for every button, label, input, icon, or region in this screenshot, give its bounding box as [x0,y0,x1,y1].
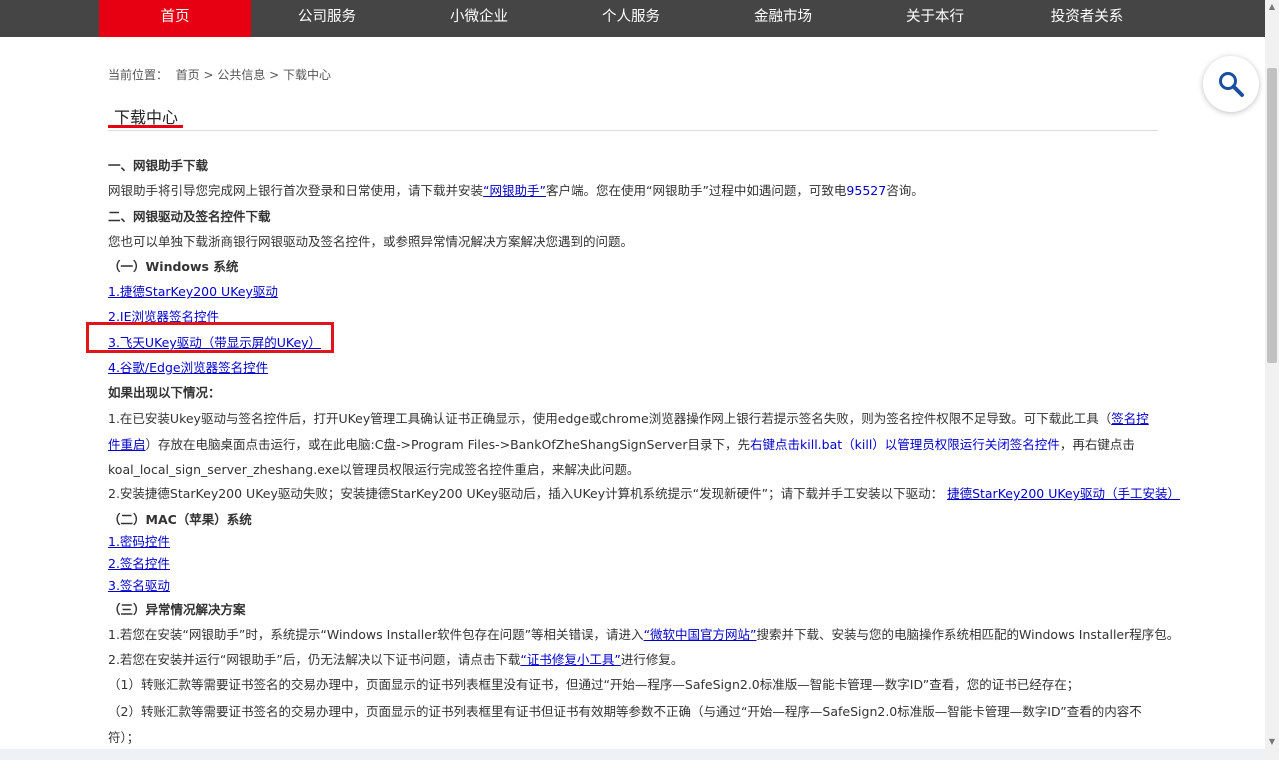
assistant-download-link[interactable]: “网银助手” [483,183,546,198]
nav-item-corporate[interactable]: 公司服务 [251,0,403,37]
case2-paragraph: 2.安装捷德StarKey200 UKey驱动失败；安装捷德StarKey200… [108,486,1181,501]
kill-instruction: 右键点击kill.bat（kill）以管理员权限运行关闭签名控件 [750,436,1060,452]
assistant-description: 网银助手将引导您完成网上银行首次登录和日常使用，请下载并安装“网银助手”客户端。… [108,183,924,198]
link-starkey-manual-driver[interactable]: 捷德StarKey200 UKey驱动（手工安装） [947,486,1180,501]
scrollbar-thumb[interactable] [1267,68,1277,363]
section-heading-drivers: 二、网银驱动及签名控件下载 [108,209,271,224]
service-phone: 95527 [846,183,887,198]
exception-item1: 1.若您在安装“网银助手”时，系统提示“Windows Installer软件包… [108,627,1180,642]
nav-item-small-business[interactable]: 小微企业 [403,0,555,37]
section-heading-assistant: 一、网银助手下载 [108,158,209,173]
bottom-strip [0,749,1265,760]
drivers-intro: 您也可以单独下载浙商银行网银驱动及签名控件，或参照异常情况解决方案解决您遇到的问… [108,234,634,249]
breadcrumb: 当前位置： 首页 > 公共信息 > 下载中心 [108,68,331,82]
exception-sub2: （2）转账汇款等需要证书签名的交易办理中，页面显示的证书列表框里有证书但证书有效… [108,704,1142,745]
link-chrome-edge-sign-control[interactable]: 4.谷歌/Edge浏览器签名控件 [108,357,268,376]
link-mac-password-control[interactable]: 1.密码控件 [108,531,170,550]
nav-item-about[interactable]: 关于本行 [859,0,1011,37]
link-starkey-driver[interactable]: 1.捷德StarKey200 UKey驱动 [108,281,278,300]
title-divider [108,130,1158,131]
link-microsoft-site[interactable]: “微软中国官方网站” [644,627,757,642]
search-button[interactable] [1203,56,1259,112]
link-cert-repair-tool[interactable]: “证书修复小工具” [520,652,620,667]
mac-heading: （二）MAC（苹果）系统 [108,512,252,527]
exception-sub1: （1）转账汇款等需要证书签名的交易办理中，页面显示的证书列表框里没有证书，但通过… [108,677,1080,692]
case1-paragraph: 1.在已安装Ukey驱动与签名控件后，打开UKey管理工具确认证书正确显示，使用… [108,411,1149,477]
scroll-down-arrow[interactable]: ▼ [1265,735,1279,749]
nav-item-home[interactable]: 首页 [99,0,251,37]
link-mac-sign-driver[interactable]: 3.签名驱动 [108,575,170,594]
windows-heading: （一）Windows 系统 [108,259,239,274]
link-mac-sign-control[interactable]: 2.签名控件 [108,553,170,572]
scroll-up-arrow[interactable]: ▲ [1265,0,1279,14]
exception-item2: 2.若您在安装并运行“网银助手”后，仍无法解决以下证书问题，请点击下载“证书修复… [108,652,684,667]
nav-item-personal[interactable]: 个人服务 [555,0,707,37]
nav-item-financial-market[interactable]: 金融市场 [707,0,859,37]
nav-item-investor[interactable]: 投资者关系 [1011,0,1163,37]
top-nav: 首页 公司服务 小微企业 个人服务 金融市场 关于本行 投资者关系 [0,0,1265,37]
exceptions-heading: （三）异常情况解决方案 [108,602,246,617]
page-title: 下载中心 [108,104,183,128]
highlight-box [86,322,334,353]
search-icon [1219,72,1244,97]
cases-heading: 如果出现以下情况： [108,385,221,400]
